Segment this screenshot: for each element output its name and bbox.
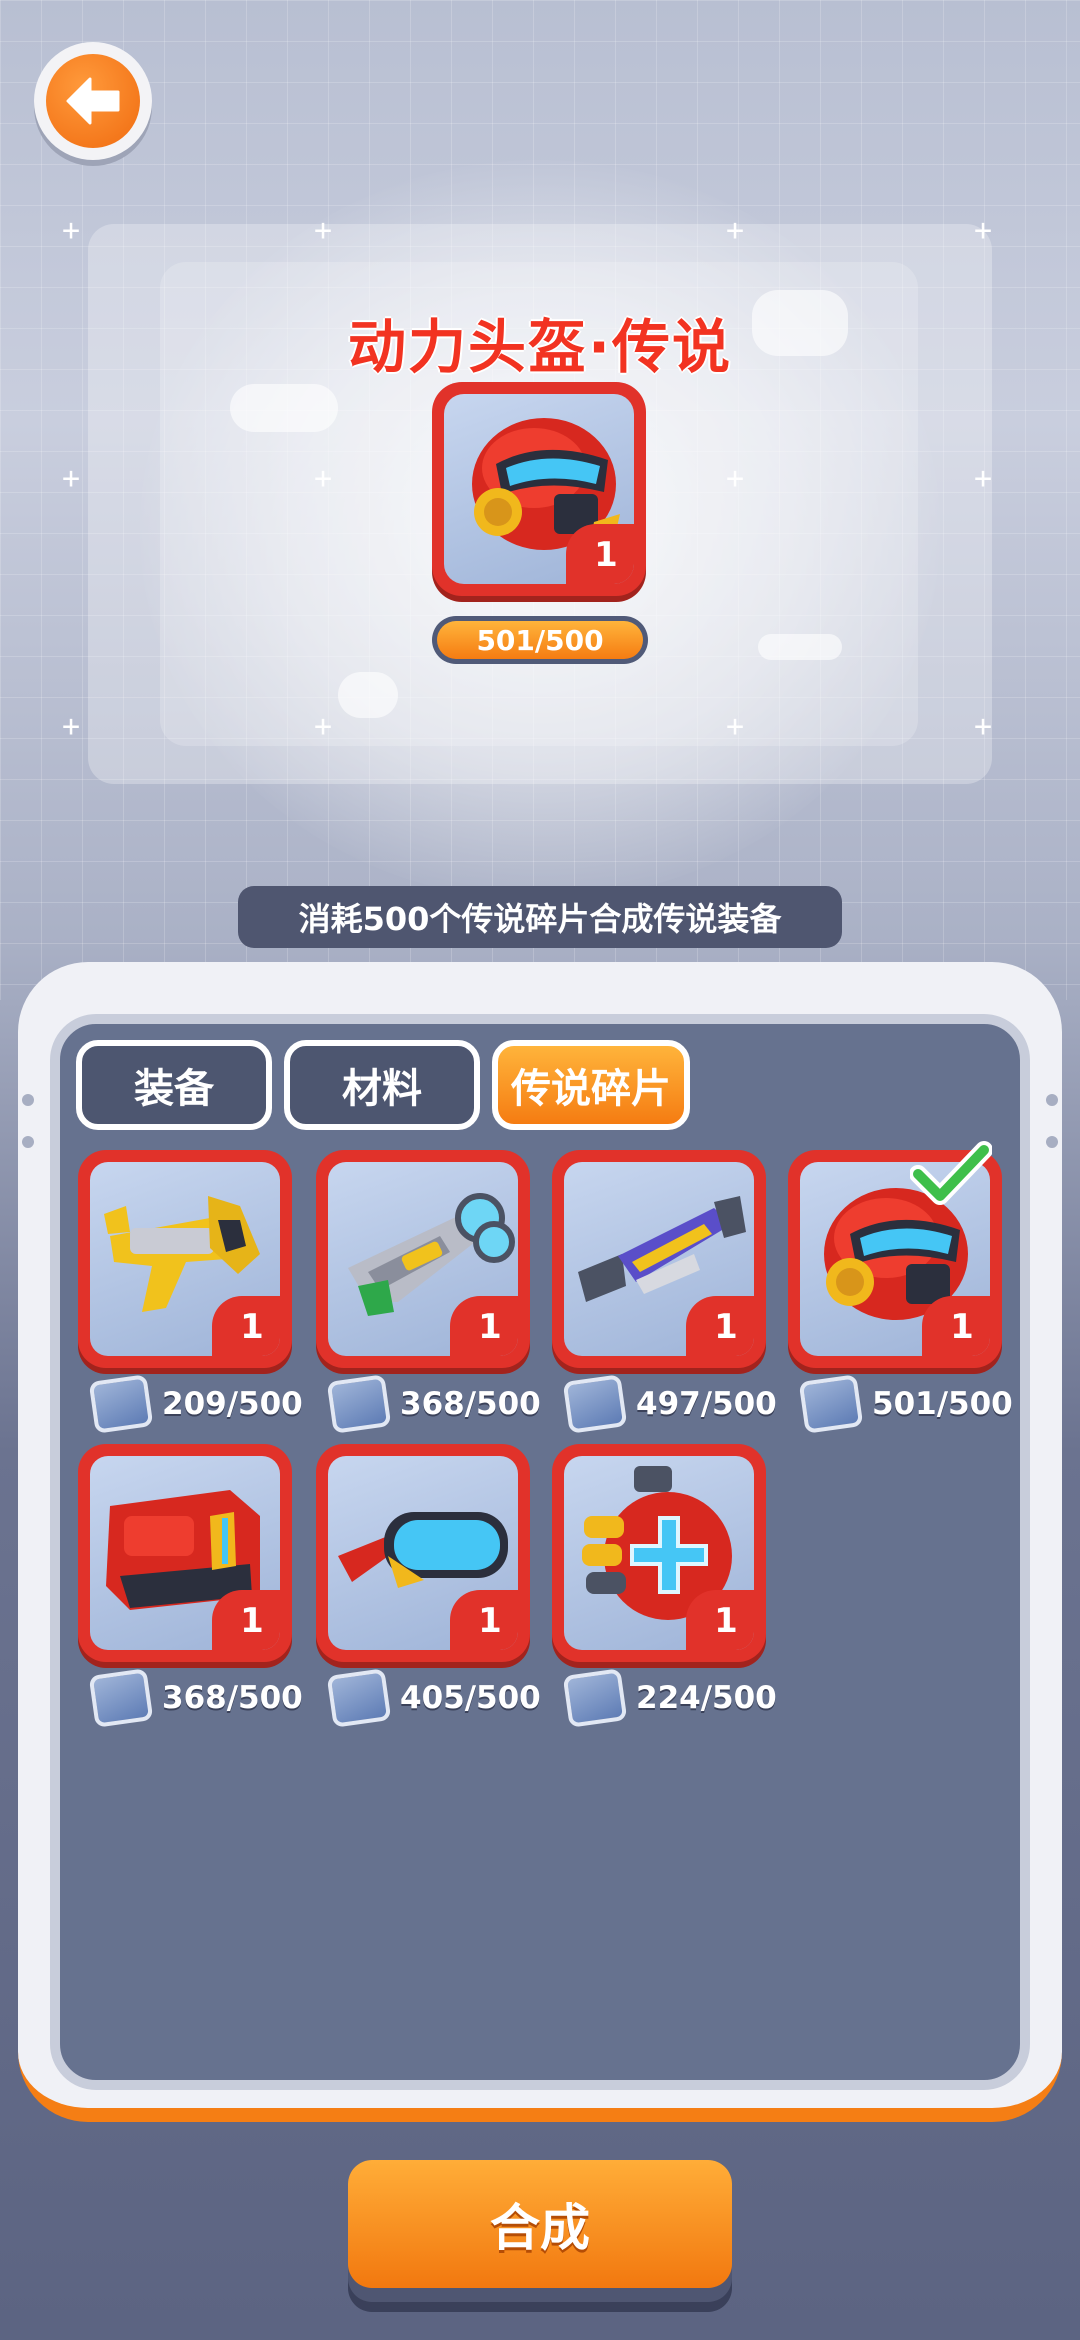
fragment-icon bbox=[798, 1374, 864, 1434]
item-count-badge: 1 bbox=[212, 1296, 280, 1356]
item-count-badge: 1 bbox=[566, 524, 634, 584]
fragment-counter: 368/500 bbox=[88, 1668, 303, 1728]
deco-block bbox=[758, 634, 842, 660]
plus-mark: + bbox=[974, 213, 993, 248]
tab-materials[interactable]: 材料 bbox=[284, 1040, 480, 1130]
item-count-badge: 1 bbox=[922, 1296, 990, 1356]
back-button[interactable] bbox=[34, 42, 152, 160]
item-count-badge: 1 bbox=[686, 1590, 754, 1650]
plus-mark: + bbox=[62, 213, 81, 248]
plus-mark: + bbox=[62, 709, 81, 744]
plus-mark: + bbox=[726, 213, 745, 248]
synthesize-button[interactable]: 合成 bbox=[348, 2160, 732, 2302]
item-slot-red-armor[interactable]: 1 bbox=[78, 1444, 292, 1662]
arrow-left-icon bbox=[66, 77, 120, 125]
fragment-icon bbox=[88, 1374, 154, 1434]
fragment-counter: 224/500 bbox=[562, 1668, 777, 1728]
item-slot-golden-pistol[interactable]: 1 bbox=[78, 1150, 292, 1368]
fragment-count: 224/500 bbox=[636, 1680, 777, 1716]
item-slot-plasma-blaster[interactable]: 1 bbox=[316, 1150, 530, 1368]
tab-equipment[interactable]: 装备 bbox=[76, 1040, 272, 1130]
checkmark-icon bbox=[910, 1141, 992, 1205]
tab-legend-fragments[interactable]: 传说碎片 bbox=[492, 1040, 690, 1130]
item-slot-red-helmet[interactable]: 1 bbox=[788, 1141, 1002, 1368]
plus-mark: + bbox=[314, 213, 333, 248]
fragment-counter: 497/500 bbox=[562, 1374, 777, 1434]
featured-item-card: 1 bbox=[432, 382, 646, 596]
panel-rivet bbox=[22, 1094, 34, 1106]
synthesis-description: 消耗500个传说碎片合成传说装备 bbox=[238, 886, 842, 948]
plus-mark: + bbox=[314, 709, 333, 744]
item-slot-blue-goggles[interactable]: 1 bbox=[316, 1444, 530, 1662]
deco-block bbox=[230, 384, 338, 432]
progress-fill: 501/500 bbox=[437, 621, 643, 659]
item-slot-purple-shotgun[interactable]: 1 bbox=[552, 1150, 766, 1368]
fragment-icon bbox=[326, 1668, 392, 1728]
item-count-badge: 1 bbox=[212, 1590, 280, 1650]
fragment-counter: 501/500 bbox=[798, 1374, 1013, 1434]
fragment-count: 501/500 bbox=[872, 1386, 1013, 1422]
fragment-icon bbox=[562, 1668, 628, 1728]
item-count-badge: 1 bbox=[450, 1590, 518, 1650]
plus-mark: + bbox=[726, 461, 745, 496]
plus-mark: + bbox=[726, 709, 745, 744]
featured-progress-bar: 501/500 bbox=[432, 616, 648, 664]
item-count-badge: 1 bbox=[450, 1296, 518, 1356]
fragment-icon bbox=[326, 1374, 392, 1434]
synthesize-label: 合成 bbox=[348, 2160, 732, 2288]
panel-rivet bbox=[1046, 1094, 1058, 1106]
fragment-count: 405/500 bbox=[400, 1680, 541, 1716]
plus-mark: + bbox=[314, 461, 333, 496]
panel-rivet bbox=[1046, 1136, 1058, 1148]
plus-mark: + bbox=[974, 709, 993, 744]
featured-title: 动力头盔·传说 bbox=[347, 313, 733, 381]
fragment-counter: 368/500 bbox=[326, 1374, 541, 1434]
deco-block bbox=[338, 672, 398, 718]
fragment-counter: 405/500 bbox=[326, 1668, 541, 1728]
plus-mark: + bbox=[62, 461, 81, 496]
fragment-count: 497/500 bbox=[636, 1386, 777, 1422]
fragment-icon bbox=[88, 1668, 154, 1728]
fragment-count: 209/500 bbox=[162, 1386, 303, 1422]
item-count-badge: 1 bbox=[686, 1296, 754, 1356]
fragment-icon bbox=[562, 1374, 628, 1434]
fragment-count: 368/500 bbox=[400, 1386, 541, 1422]
fragment-counter: 209/500 bbox=[88, 1374, 303, 1434]
fragment-count: 368/500 bbox=[162, 1680, 303, 1716]
plus-mark: + bbox=[974, 461, 993, 496]
panel-rivet bbox=[22, 1136, 34, 1148]
item-slot-medic-backpack[interactable]: 1 bbox=[552, 1444, 766, 1662]
